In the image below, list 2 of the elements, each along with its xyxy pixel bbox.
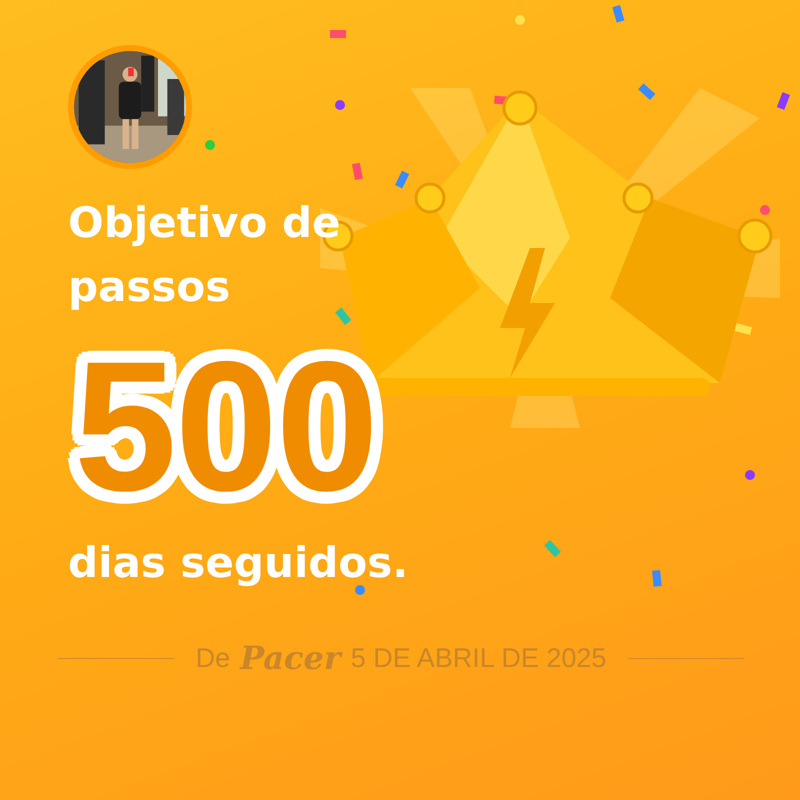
goal-title: Objetivo de passos <box>68 197 342 313</box>
streak-label: dias seguidos. <box>68 537 410 589</box>
